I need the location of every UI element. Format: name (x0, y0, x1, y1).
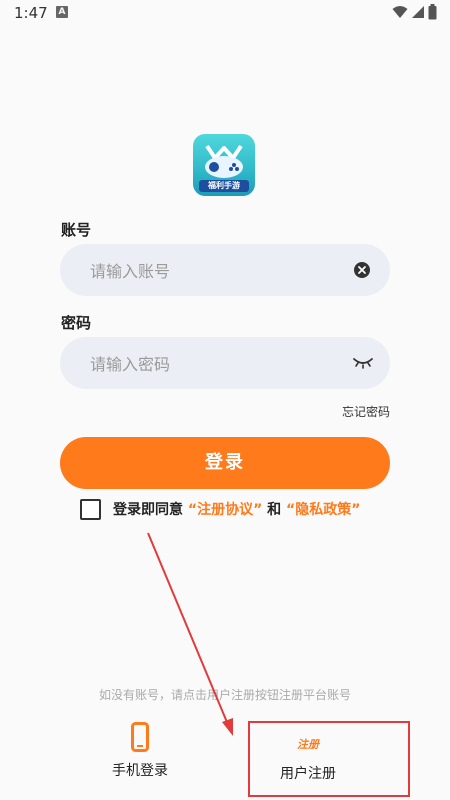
user-register-tab[interactable]: 注册 用户注册 (248, 721, 410, 797)
phone-login-label: 手机登录 (112, 763, 168, 779)
eye-closed-icon[interactable] (352, 354, 374, 370)
annotation-arrow (147, 532, 233, 736)
logo-text: 福利手游 (199, 180, 249, 192)
agreement-checkbox[interactable] (80, 499, 101, 520)
battery-icon (428, 4, 437, 20)
privacy-link[interactable]: “隐私政策” (286, 502, 360, 518)
forgot-password-link[interactable]: 忘记密码 (342, 403, 390, 420)
wifi-icon (392, 6, 408, 18)
app-logo: 福利手游 (193, 134, 255, 196)
notification-icon: A (56, 6, 68, 18)
password-input[interactable] (88, 337, 342, 391)
status-bar: 1:47 A (0, 0, 450, 26)
register-hint: 如没有账号，请点击用户注册按钮注册平台账号 (98, 688, 351, 702)
status-time: 1:47 (14, 4, 48, 22)
terms-link[interactable]: “注册协议” (188, 502, 262, 518)
account-field[interactable] (60, 244, 390, 298)
phone-login-tab[interactable]: 手机登录 (108, 722, 172, 782)
password-label: 密码 (61, 314, 92, 332)
clear-icon[interactable] (354, 262, 370, 278)
account-input[interactable] (88, 244, 342, 298)
password-field[interactable] (60, 337, 390, 391)
agreement-prefix: 登录即同意 (113, 502, 188, 518)
user-register-label: 用户注册 (280, 766, 336, 782)
agreement-connector: 和 (262, 502, 287, 518)
agreement-text: 登录即同意 “注册协议” 和 “隐私政策” (113, 499, 360, 519)
signal-icon (412, 6, 424, 18)
login-button[interactable]: 登录 (60, 437, 390, 489)
account-label: 账号 (61, 221, 92, 239)
register-badge: 注册 (297, 738, 319, 751)
phone-icon (131, 722, 149, 752)
